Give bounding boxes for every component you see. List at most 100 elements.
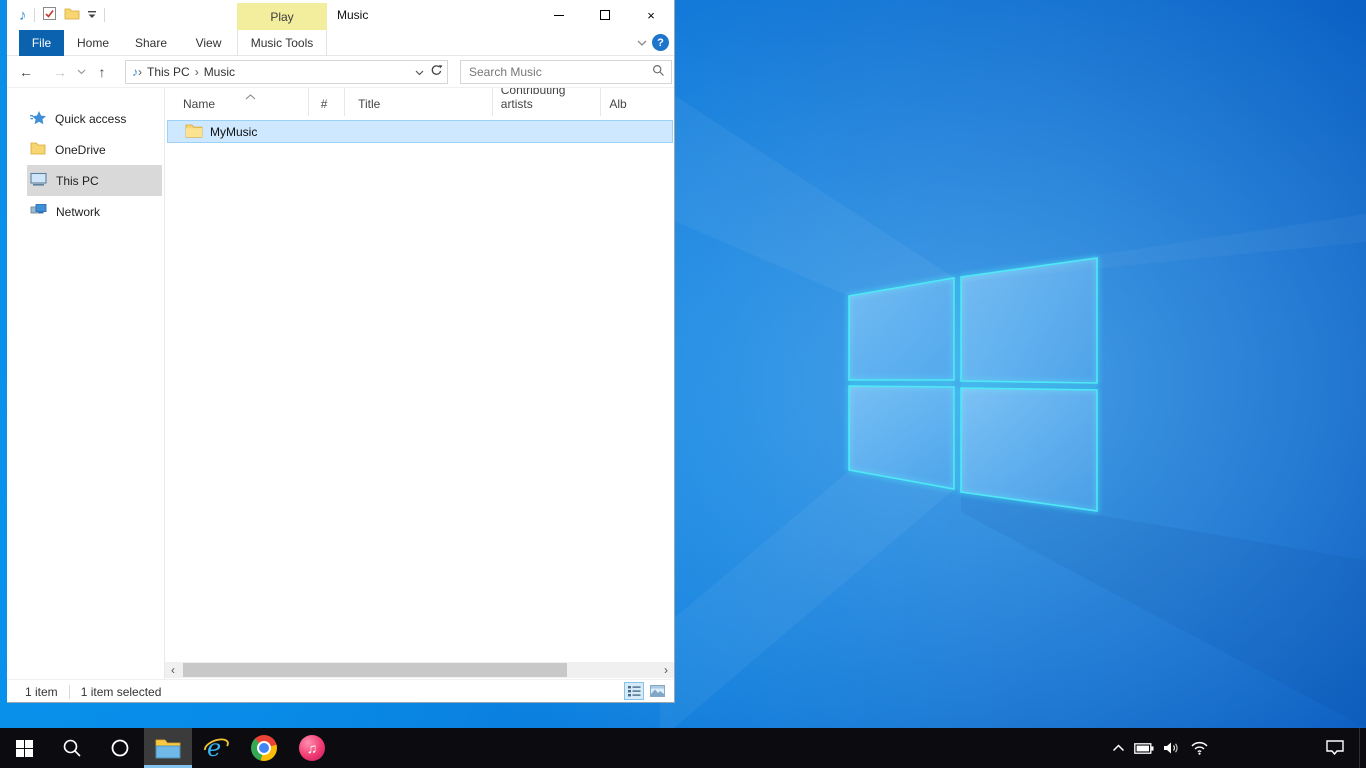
action-center-button[interactable] xyxy=(1322,728,1348,768)
cortana-button[interactable] xyxy=(96,728,144,768)
search-icon[interactable] xyxy=(652,64,665,80)
music-note-icon: ♪ xyxy=(19,8,27,23)
separator xyxy=(34,8,35,22)
back-button[interactable]: ← xyxy=(14,60,38,84)
search-input[interactable] xyxy=(469,65,652,79)
window-title: Music xyxy=(337,0,368,30)
scroll-right-arrow-icon[interactable]: › xyxy=(658,662,674,678)
up-button[interactable]: ↑ xyxy=(90,60,114,84)
show-desktop-button[interactable] xyxy=(1359,728,1366,768)
column-header-album[interactable]: Alb xyxy=(601,88,674,116)
taskbar-internet-explorer-button[interactable]: e xyxy=(192,728,240,768)
chevron-down-icon[interactable] xyxy=(636,36,648,50)
scroll-left-arrow-icon[interactable]: ‹ xyxy=(165,662,181,678)
svg-text:e: e xyxy=(207,734,221,762)
details-view-icon xyxy=(628,685,641,697)
ribbon-tab-row: File Home Share View Music Tools ? xyxy=(7,30,674,56)
customize-toolbar-dropdown-icon[interactable] xyxy=(87,8,97,22)
help-button[interactable]: ? xyxy=(652,34,669,51)
title-bar[interactable]: ♪ Play Music × xyxy=(7,0,674,30)
sidebar-item-quick-access[interactable]: Quick access xyxy=(27,103,162,134)
taskbar-file-explorer-button[interactable] xyxy=(144,728,192,768)
start-button[interactable] xyxy=(0,728,48,768)
horizontal-scrollbar[interactable]: ‹ › xyxy=(165,662,674,678)
items-count: 1 item xyxy=(25,685,58,699)
window-content: Quick access OneDrive This PC xyxy=(7,88,674,679)
column-label: Name xyxy=(183,97,215,111)
column-header-contributing-artists[interactable]: Contributing artists xyxy=(493,88,602,116)
details-view-button[interactable] xyxy=(624,682,644,700)
tab-home[interactable]: Home xyxy=(64,30,122,56)
taskbar-itunes-button[interactable]: ♫ xyxy=(288,728,336,768)
breadcrumb-this-pc[interactable]: This PC xyxy=(142,65,195,79)
sort-ascending-chevron-icon xyxy=(245,89,256,103)
tab-share[interactable]: Share xyxy=(122,30,180,56)
taskbar-chrome-button[interactable] xyxy=(240,728,288,768)
battery-icon[interactable] xyxy=(1134,743,1154,754)
sidebar-item-label: Network xyxy=(56,205,100,219)
screen: ♪ Play Music × xyxy=(0,0,1366,768)
tab-view[interactable]: View xyxy=(180,30,237,56)
sidebar-item-label: OneDrive xyxy=(55,143,106,157)
refresh-icon[interactable] xyxy=(430,64,443,80)
scrollbar-thumb[interactable] xyxy=(183,663,567,677)
folder-icon xyxy=(185,123,203,141)
wifi-icon[interactable] xyxy=(1190,741,1209,755)
file-explorer-window: ♪ Play Music × xyxy=(7,0,675,703)
minimize-icon xyxy=(554,15,564,16)
thumbnails-view-button[interactable] xyxy=(647,682,667,700)
minimize-button[interactable] xyxy=(536,0,582,30)
quick-access-star-icon xyxy=(30,110,46,128)
folder-icon xyxy=(155,738,181,759)
taskbar: e ♫ xyxy=(0,728,1366,768)
file-list-area: Name # Title Contributing artists Alb My… xyxy=(165,88,674,679)
tab-music-tools[interactable]: Music Tools xyxy=(237,30,327,56)
chrome-icon xyxy=(251,735,277,761)
circle-icon xyxy=(110,738,130,758)
system-tray xyxy=(1112,728,1209,768)
separator xyxy=(69,685,70,699)
list-item-mymusic[interactable]: MyMusic xyxy=(167,120,673,143)
window-controls: × xyxy=(536,0,674,30)
file-name: MyMusic xyxy=(210,125,257,139)
selection-count: 1 item selected xyxy=(81,685,162,699)
music-note-icon: ♫ xyxy=(299,735,325,761)
tab-file[interactable]: File xyxy=(19,30,64,56)
sidebar-item-this-pc[interactable]: This PC xyxy=(27,165,162,196)
column-label: Alb xyxy=(609,97,626,111)
properties-check-icon[interactable] xyxy=(42,6,57,24)
recent-locations-chevron-icon[interactable] xyxy=(72,60,90,84)
forward-button[interactable]: → xyxy=(48,60,72,84)
address-dropdown-chevron-icon[interactable] xyxy=(409,65,430,79)
column-header-number[interactable]: # xyxy=(309,88,345,116)
column-header-name[interactable]: Name xyxy=(165,88,309,116)
taskbar-search-button[interactable] xyxy=(48,728,96,768)
close-icon: × xyxy=(647,9,655,22)
search-box[interactable] xyxy=(460,60,672,84)
address-bar[interactable]: ♪ › This PC › Music xyxy=(125,60,448,84)
navigation-pane: Quick access OneDrive This PC xyxy=(7,88,165,679)
maximize-button[interactable] xyxy=(582,0,628,30)
maximize-icon xyxy=(600,10,610,20)
search-icon xyxy=(62,738,82,758)
column-label: # xyxy=(321,97,328,111)
column-label: Title xyxy=(358,97,380,111)
breadcrumb-music[interactable]: Music xyxy=(199,65,240,79)
column-header-title[interactable]: Title xyxy=(345,88,493,116)
navigation-toolbar: ← → ↑ ♪ › This PC › Music xyxy=(7,56,674,88)
contextual-tab-group-play[interactable]: Play xyxy=(237,3,327,30)
close-button[interactable]: × xyxy=(628,0,674,30)
separator xyxy=(104,8,105,22)
column-label: Contributing artists xyxy=(501,88,601,111)
column-header-row: Name # Title Contributing artists Alb xyxy=(165,88,674,116)
chevron-up-icon[interactable] xyxy=(1112,744,1125,752)
sidebar-item-network[interactable]: Network xyxy=(27,196,162,227)
new-folder-icon[interactable] xyxy=(64,7,80,23)
status-bar: 1 item 1 item selected xyxy=(7,679,674,703)
view-toggle-group xyxy=(624,682,667,700)
folder-icon xyxy=(30,141,46,158)
volume-icon[interactable] xyxy=(1163,741,1181,755)
sidebar-item-onedrive[interactable]: OneDrive xyxy=(27,134,162,165)
thumbnails-view-icon xyxy=(650,685,665,697)
sidebar-item-label: This PC xyxy=(56,174,99,188)
